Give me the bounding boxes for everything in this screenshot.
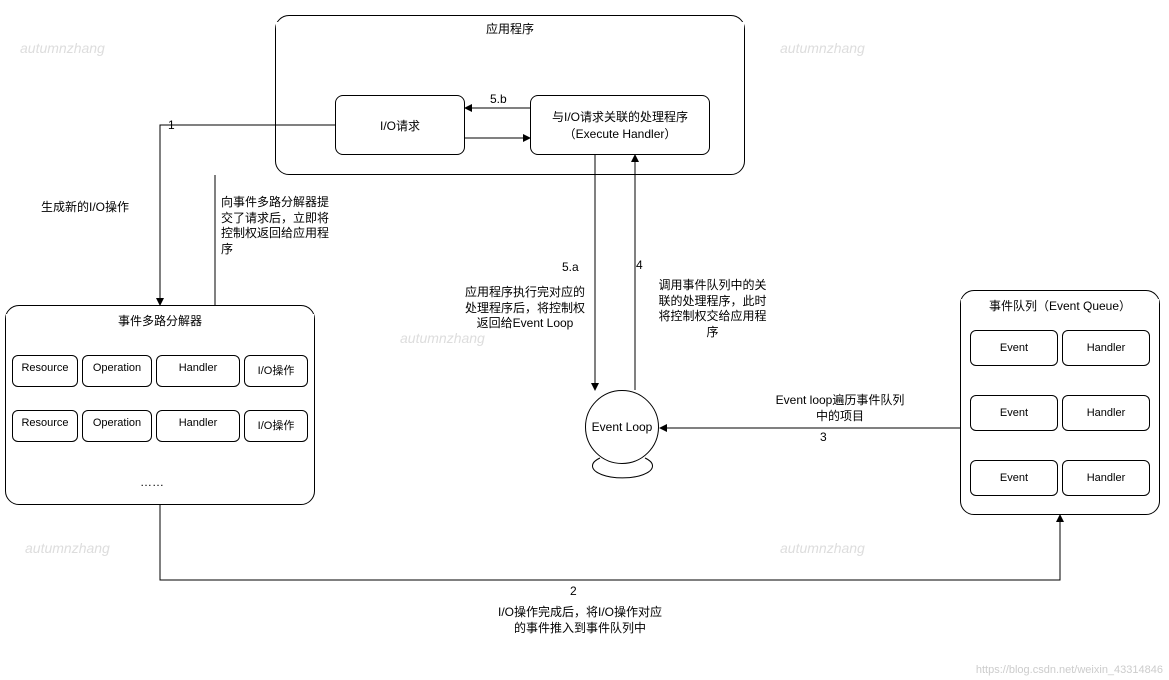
watermark: autumnzhang — [780, 40, 865, 56]
edge3-text: Event loop遍历事件队列中的项目 — [770, 393, 910, 424]
demux-cell: Operation — [82, 410, 152, 442]
demux-cell: Resource — [12, 410, 78, 442]
application-title: 应用程序 — [276, 22, 744, 38]
queue-cell: Event — [970, 330, 1058, 366]
demux-title: 事件多路分解器 — [6, 314, 314, 330]
execute-handler-label: 与I/O请求关联的处理程序（Execute Handler） — [537, 108, 703, 142]
edge2-num: 2 — [570, 584, 577, 600]
event-loop-circle: Event Loop — [585, 390, 659, 464]
event-queue-title: 事件队列（Event Queue） — [961, 299, 1159, 315]
demux-ellipsis: …… — [140, 475, 164, 491]
edge4-text: 调用事件队列中的关联的处理程序，此时将控制权交给应用程序 — [655, 278, 770, 340]
edge-submit-text: 向事件多路分解器提交了请求后，立即将控制权返回给应用程序 — [221, 195, 331, 257]
queue-cell: Event — [970, 395, 1058, 431]
demux-cell: I/O操作 — [244, 410, 308, 442]
watermark: autumnzhang — [780, 540, 865, 556]
watermark: autumnzhang — [20, 40, 105, 56]
edge3-num: 3 — [820, 430, 827, 446]
edge5b-num: 5.b — [490, 92, 507, 108]
edge5a-num: 5.a — [562, 260, 579, 276]
queue-cell: Event — [970, 460, 1058, 496]
footer-url: https://blog.csdn.net/weixin_43314846 — [976, 664, 1163, 676]
demux-cell: Handler — [156, 355, 240, 387]
edge1-text: 生成新的I/O操作 — [30, 200, 140, 216]
queue-cell: Handler — [1062, 330, 1150, 366]
io-request-box: I/O请求 — [335, 95, 465, 155]
edge2-text: I/O操作完成后，将I/O操作对应的事件推入到事件队列中 — [495, 605, 665, 636]
demux-cell: Resource — [12, 355, 78, 387]
edge1-num: 1 — [168, 118, 175, 134]
edge5a-text: 应用程序执行完对应的处理程序后，将控制权返回给Event Loop — [465, 285, 585, 332]
demux-cell: I/O操作 — [244, 355, 308, 387]
demux-cell: Handler — [156, 410, 240, 442]
watermark: autumnzhang — [400, 330, 485, 346]
event-loop-label: Event Loop — [592, 420, 653, 434]
queue-cell: Handler — [1062, 460, 1150, 496]
execute-handler-box: 与I/O请求关联的处理程序（Execute Handler） — [530, 95, 710, 155]
watermark: autumnzhang — [25, 540, 110, 556]
edge4-num: 4 — [636, 258, 643, 274]
io-request-label: I/O请求 — [380, 117, 420, 134]
demux-cell: Operation — [82, 355, 152, 387]
queue-cell: Handler — [1062, 395, 1150, 431]
